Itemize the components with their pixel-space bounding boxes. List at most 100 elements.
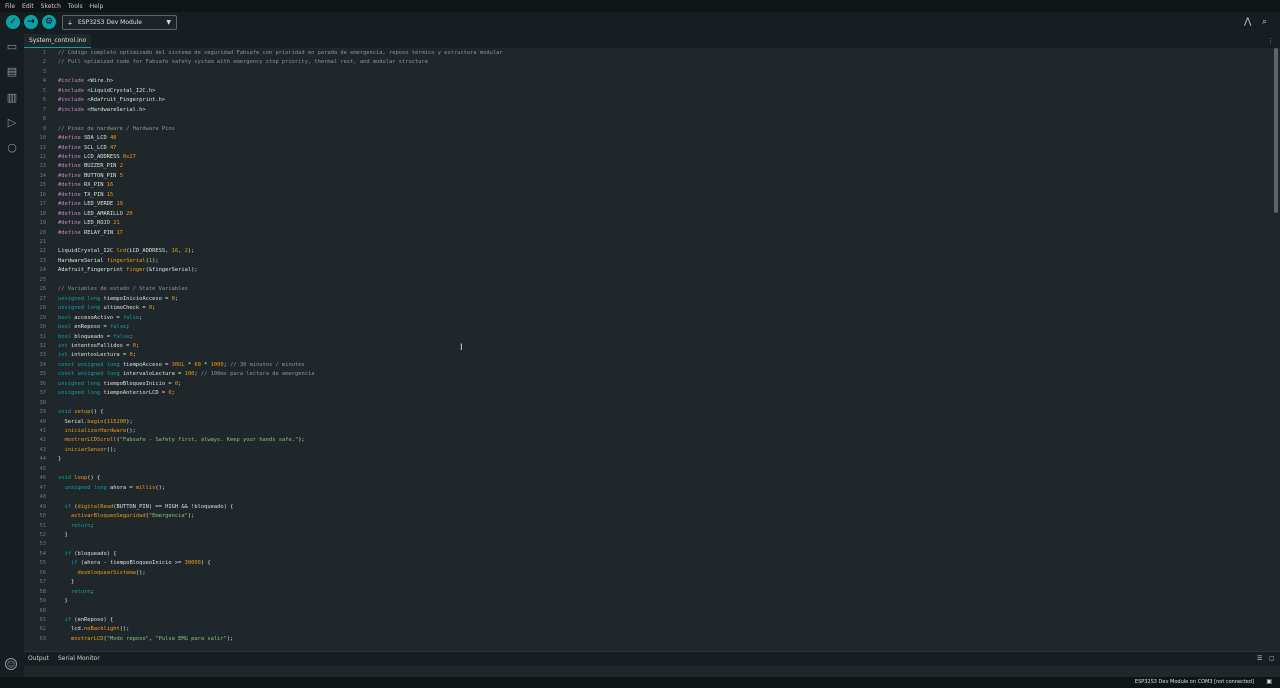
menu-tools[interactable]: Tools (68, 3, 83, 10)
code-line[interactable]: 18 #define LED_AMARILLO 20 (24, 210, 1264, 220)
code-line[interactable]: 15 #define RX_PIN 16 (24, 181, 1264, 191)
code-line[interactable]: 61 if (enReposo) { (24, 616, 1264, 626)
code-line[interactable]: 62 lcd.noBacklight(); (24, 625, 1264, 635)
code-line[interactable]: 17 #define LED_VERDE 19 (24, 200, 1264, 210)
boards-manager-icon[interactable]: ▤ (5, 65, 19, 79)
debug-button[interactable]: ⚙ (42, 15, 56, 29)
tab-serial-monitor[interactable]: Serial Monitor (58, 655, 100, 662)
code-line[interactable]: 37 unsigned long tiempoAnteriorLCD = 0; (24, 389, 1264, 399)
code-line[interactable]: 10 #define SDA_LCD 48 (24, 134, 1264, 144)
line-number: 58 (39, 588, 47, 595)
code-line[interactable]: 8 (24, 115, 1264, 125)
code-line[interactable]: 44} (24, 455, 1264, 465)
code-line[interactable]: 48 (24, 493, 1264, 503)
panel-menu-icon[interactable]: ☰ (1257, 655, 1262, 662)
code-line[interactable]: 26 // Variables de estado / State Variabl… (24, 285, 1264, 295)
library-icon[interactable]: ▥ (5, 91, 19, 105)
scroll-thumb[interactable] (1274, 48, 1278, 213)
code-line[interactable]: 23 HardwareSerial fingerSerial(1); (24, 257, 1264, 267)
code-line[interactable]: 54 if (bloqueado) { (24, 550, 1264, 560)
code-line[interactable]: 25 (24, 276, 1264, 286)
code-line[interactable]: 22 LiquidCrystal_I2C lcd(LCD_ADDRESS, 16,… (24, 247, 1264, 257)
line-number: 21 (39, 239, 47, 245)
code-line[interactable]: 49 if (digitalRead(BUTTON_PIN) == HIGH &… (24, 503, 1264, 513)
code-line[interactable]: 2 // Full optimized code for Fabsafe safe… (24, 58, 1264, 68)
code-line[interactable]: 45 (24, 465, 1264, 475)
code-line[interactable]: 4 #include <Wire.h> (24, 77, 1264, 87)
code-line[interactable]: 39 void setup() { (24, 408, 1264, 418)
line-text: const unsigned long tiempoAcceso = 30UL … (58, 361, 305, 368)
code-line[interactable]: 60 (24, 607, 1264, 617)
more-tabs-icon[interactable]: ⋮ (1267, 37, 1274, 45)
code-line[interactable]: 41 inicializarHardware(); (24, 427, 1264, 437)
folder-icon[interactable]: ▭ (5, 40, 19, 54)
code-line[interactable]: 46 void loop() { (24, 474, 1264, 484)
menu-help[interactable]: Help (90, 3, 104, 10)
code-line[interactable]: 16 #define TX_PIN 15 (24, 191, 1264, 201)
notifications-icon[interactable]: ▣ (1266, 678, 1272, 685)
code-line[interactable]: 24 Adafruit_Fingerprint finger(&fingerSer… (24, 266, 1264, 276)
code-line[interactable]: 20 #define RELAY_PIN 17 (24, 229, 1264, 239)
code-line[interactable]: 3 (24, 68, 1264, 78)
panel-maximize-icon[interactable]: ▢ (1269, 655, 1275, 662)
code-line[interactable]: 7 #include <HardwareSerial.h> (24, 106, 1264, 116)
line-text: #include <HardwareSerial.h> (58, 106, 146, 113)
code-line[interactable]: 56 desbloquearSistema(); (24, 569, 1264, 579)
code-line[interactable]: 14 #define BUTTON_PIN 5 (24, 172, 1264, 182)
code-line[interactable]: 36 unsigned long tiempoBloqueoInicio = 0; (24, 380, 1264, 390)
tab-output[interactable]: Output (28, 655, 49, 662)
code-line[interactable]: 63 mostrarLCD("Modo reposo", "Pulsa EMG … (24, 635, 1264, 645)
code-line[interactable]: 40 Serial.begin(115200); (24, 418, 1264, 428)
code-line[interactable]: 19 #define LED_ROJO 21 (24, 219, 1264, 229)
code-line[interactable]: 52 } (24, 531, 1264, 541)
tab-sketch[interactable]: System_control.ino (24, 34, 92, 48)
debug-run-icon[interactable]: ▷ (5, 116, 19, 130)
code-line[interactable]: 32 int intentosFallidos = 0; (24, 342, 1264, 352)
code-line[interactable]: 47 unsigned long ahora = millis(); (24, 484, 1264, 494)
code-line[interactable]: 43 iniciarSensor(); (24, 446, 1264, 456)
code-line[interactable]: 58 return; (24, 588, 1264, 598)
code-line[interactable]: 42 mostrarLCDScroll("Fabsafe - Safety fi… (24, 436, 1264, 446)
menu-file[interactable]: File (5, 3, 15, 10)
code-line[interactable]: 55 if (ahora - tiempoBloqueoInicio >= 30… (24, 559, 1264, 569)
code-line[interactable]: 30 bool enReposo = false; (24, 323, 1264, 333)
upload-button[interactable]: → (24, 15, 38, 29)
code-line[interactable]: 5 #include <LiquidCrystal_I2C.h> (24, 87, 1264, 97)
code-line[interactable]: 50 activarBloqueoSeguridad("Emergencia")… (24, 512, 1264, 522)
code-line[interactable]: 51 return; (24, 522, 1264, 532)
code-line[interactable]: 38 (24, 399, 1264, 409)
code-line[interactable]: 33 int intentosLectura = 0; (24, 351, 1264, 361)
code-line[interactable]: 53 (24, 540, 1264, 550)
menu-sketch[interactable]: Sketch (41, 3, 61, 10)
code-line[interactable]: 35 const unsigned long intervaloLectura =… (24, 370, 1264, 380)
menu-edit[interactable]: Edit (22, 3, 34, 10)
code-line[interactable]: 34 const unsigned long tiempoAcceso = 30U… (24, 361, 1264, 371)
code-line[interactable]: 1 // Código completo optimizado del siste… (24, 49, 1264, 59)
code-line[interactable]: 29 bool accesoActivo = false; (24, 314, 1264, 324)
editor-scrollbar[interactable] (1272, 48, 1280, 650)
code-line[interactable]: 27 unsigned long tiempoInicioAcceso = 0; (24, 295, 1264, 305)
code-line[interactable]: 11 #define SCL_LCD 47 (24, 144, 1264, 154)
verify-button[interactable]: ✓ (6, 15, 20, 29)
tab-label: System_control.ino (29, 37, 87, 44)
line-text: void loop() { (58, 475, 101, 482)
line-text: #define BUZZER_PIN 2 (58, 163, 123, 170)
account-icon[interactable]: ☺ (5, 658, 17, 670)
code-line[interactable]: 9 // Pines de hardware / Hardware Pins (24, 125, 1264, 135)
code-line[interactable]: 6 #include <Adafruit_Fingerprint.h> (24, 96, 1264, 106)
code-editor[interactable]: 1 // Código completo optimizado del siste… (24, 48, 1272, 650)
line-number: 27 (39, 295, 47, 302)
code-line[interactable]: 12 #define LCD_ADDRESS 0x27 (24, 153, 1264, 163)
code-line[interactable]: 57 } (24, 578, 1264, 588)
code-line[interactable]: 31 bool bloqueado = false; (24, 333, 1264, 343)
serial-monitor-icon[interactable]: ⌕ (1262, 17, 1267, 27)
board-selector[interactable]: ⏚ ESP32S3 Dev Module ▼ (62, 15, 177, 30)
serial-plotter-icon[interactable]: ⋀ (1244, 17, 1251, 27)
line-number: 5 (42, 87, 46, 94)
code-line[interactable]: 59 } (24, 597, 1264, 607)
code-line[interactable]: 21 (24, 238, 1264, 248)
code-line[interactable]: 13 #define BUZZER_PIN 2 (24, 162, 1264, 172)
search-icon[interactable]: ○ (5, 141, 19, 155)
code-line[interactable]: 28 unsigned long ultimoCheck = 0; (24, 304, 1264, 314)
line-text: int intentosLectura = 0; (58, 352, 136, 359)
